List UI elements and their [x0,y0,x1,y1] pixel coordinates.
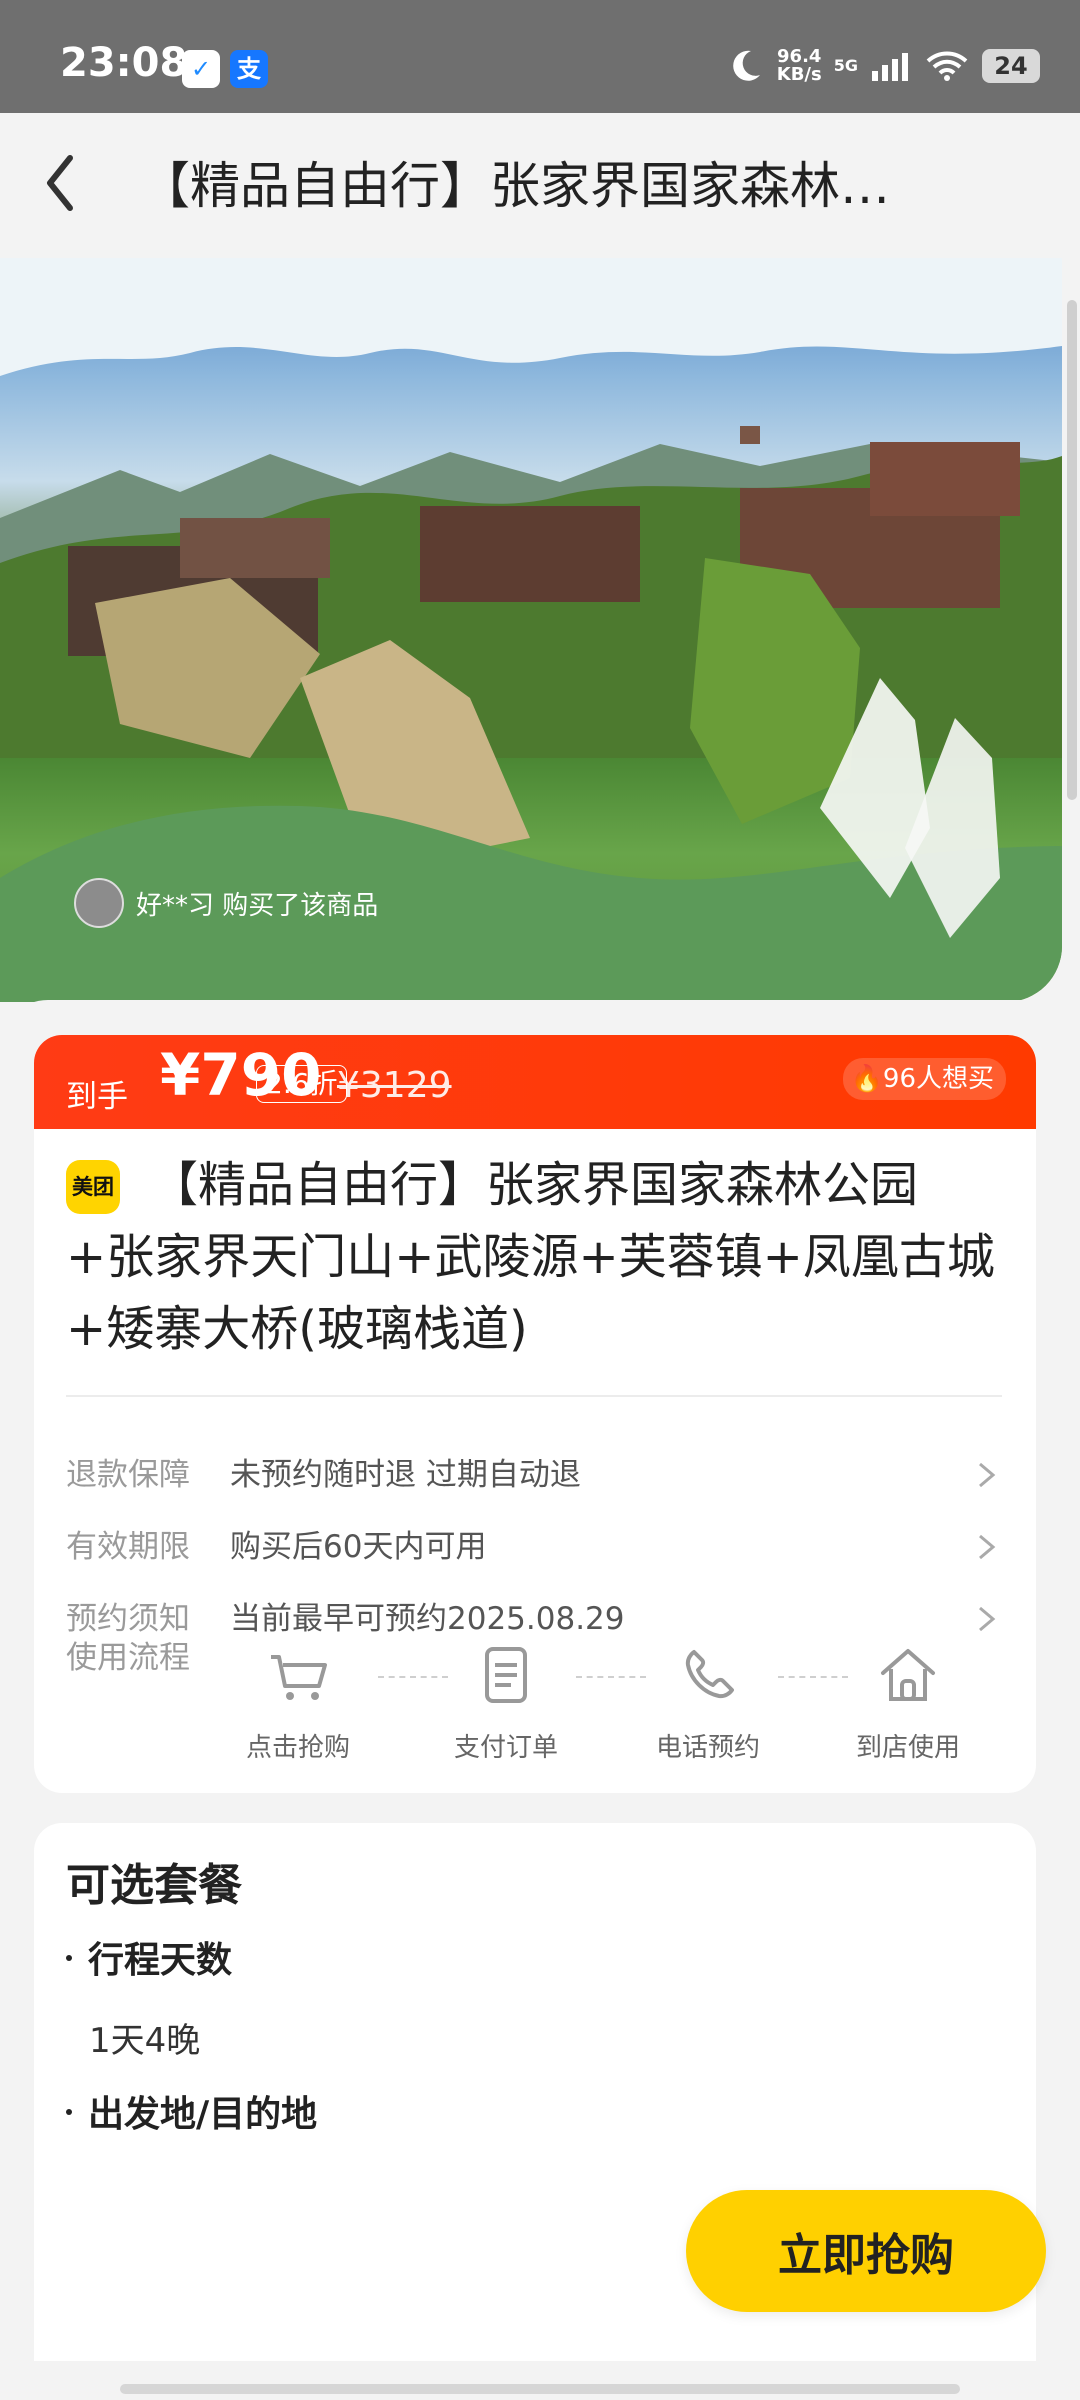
chevron-right-icon [979,1462,996,1488]
buy-now-button[interactable]: 立即抢购 [686,2190,1046,2312]
chevron-right-icon [979,1534,996,1560]
fire-icon: 🔥 [850,1064,883,1094]
recent-purchase-notice: 好**习 购买了该商品 [74,875,378,931]
process-label: 使用流程 [66,1640,190,1676]
chevron-right-icon [979,1606,996,1632]
duration-title: 行程天数 [88,1940,233,1981]
app-notification-icon: ✓ [182,50,220,88]
package-section-title: 可选套餐 [66,1860,242,1911]
status-time: 23:08 [60,40,188,86]
discount-badge: 2.6折 [256,1065,347,1103]
process-step-cart: 点击抢购 [238,1641,358,1764]
document-icon [485,1647,527,1703]
page-title: 【精品自由行】张家界国家森林… [140,157,890,215]
refund-row[interactable]: 退款保障 未预约随时退 过期自动退 [66,1445,1002,1505]
process-arrow [378,1676,448,1680]
gesture-bar [120,2384,960,2394]
home-icon [881,1649,935,1701]
phone-icon [685,1650,734,1699]
info-value: 购买后60天内可用 [230,1529,487,1565]
moon-icon [732,50,760,81]
recent-purchase-text: 好**习 购买了该商品 [136,890,379,921]
cart-icon [271,1655,327,1700]
process-step-payment: 支付订单 [446,1641,566,1764]
process-step-phone: 电话预约 [648,1641,768,1764]
info-label: 退款保障 [66,1457,190,1493]
info-value: 未预约随时退 过期自动退 [230,1457,581,1493]
network-speed: 96.4 KB/s [776,46,822,85]
bullet-icon [66,1955,72,1961]
wifi-icon [926,51,968,81]
status-bar: 23:08 ✓ 支 96.4 KB/s 5G 24 [0,0,1080,113]
validity-row[interactable]: 有效期限 购买后60天内可用 [66,1517,1002,1577]
back-arrow-icon[interactable] [30,143,110,223]
booking-notice-row[interactable]: 预约须知 当前最早可预约2025.08.29 [66,1589,1002,1649]
popularity-badge: 🔥96人想买 [842,1058,1006,1100]
info-value: 当前最早可预约2025.08.29 [230,1601,625,1637]
process-step-store: 到店使用 [848,1641,968,1764]
battery-indicator: 24 [982,49,1040,83]
alipay-notification-icon: 支 [230,50,268,88]
product-title: 【精品自由行】张家界国家森林公园+张家界天门山+武陵源+芙蓉镇+凤凰古城+矮寨大… [66,1157,995,1357]
bullet-icon [66,2109,72,2115]
image-scrollbar[interactable] [1067,300,1077,800]
buyer-avatar [74,878,124,928]
price-banner: 到手 ¥790 2.6折 ¥3129 🔥96人想买 [34,1035,1036,1130]
top-navigation: 【精品自由行】张家界国家森林… [0,113,1080,257]
route-title: 出发地/目的地 [88,2094,318,2135]
product-summary-card: 美团 【精品自由行】张家界国家森林公园+张家界天门山+武陵源+芙蓉镇+凤凰古城+… [34,1129,1036,1793]
final-price-label: 到手 [66,1079,128,1115]
process-arrow [576,1676,646,1680]
process-arrow [778,1676,848,1680]
signal-icon [872,53,908,81]
original-price: ¥3129 [337,1065,452,1106]
duration-value[interactable]: 1天4晚 [89,2013,200,2062]
summary-divider [66,1395,1002,1397]
status-icons: 96.4 KB/s 5G 24 [725,38,1040,94]
info-label: 有效期限 [66,1529,190,1565]
network-type: 5G [833,56,858,75]
